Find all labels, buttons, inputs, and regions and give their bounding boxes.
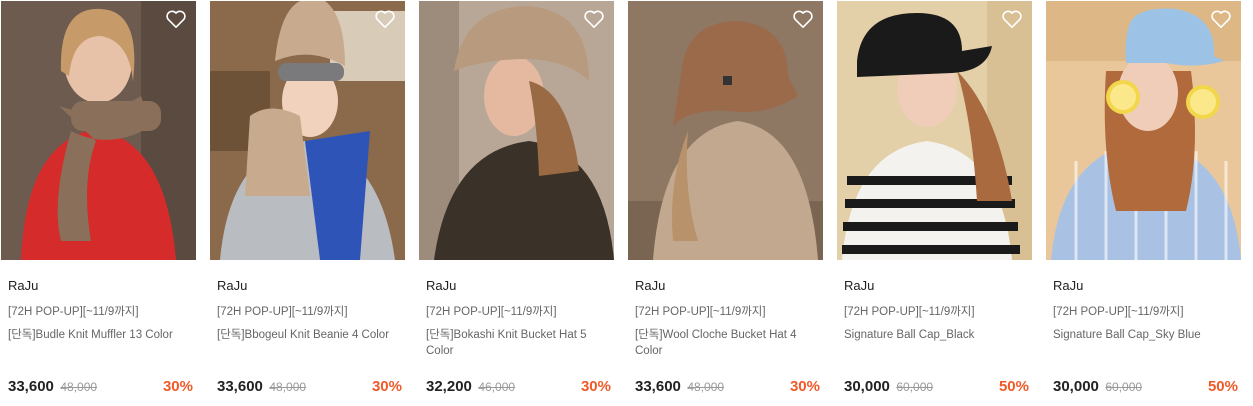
product-card[interactable]: RaJu [72H POP-UP][~11/9까지] [단독]Bokashi K… — [419, 0, 614, 406]
product-name[interactable]: [단독]Budle Knit Muffler 13 Color — [8, 327, 188, 343]
product-grid: RaJu [72H POP-UP][~11/9까지] [단독]Budle Kni… — [0, 0, 1253, 406]
product-name[interactable]: Signature Ball Cap_Black — [844, 327, 1024, 343]
original-price: 48,000 — [269, 380, 307, 394]
sale-price: 30,000 — [844, 378, 890, 395]
heart-outline-icon[interactable] — [374, 9, 396, 29]
discount-rate: 30% — [162, 378, 193, 395]
original-price: 48,000 — [60, 380, 98, 394]
product-card[interactable]: RaJu [72H POP-UP][~11/9까지] Signature Bal… — [837, 0, 1032, 406]
brand-name[interactable]: RaJu — [1053, 278, 1083, 293]
original-price: 48,000 — [687, 380, 725, 394]
discount-rate: 30% — [789, 378, 820, 395]
brand-name[interactable]: RaJu — [844, 278, 874, 293]
product-image[interactable] — [1, 1, 196, 260]
product-image[interactable] — [628, 1, 823, 260]
price-row: 30,000 60,000 50% — [844, 378, 1029, 398]
sale-price: 30,000 — [1053, 378, 1099, 395]
brand-name[interactable]: RaJu — [426, 278, 456, 293]
product-name[interactable]: [단독]Wool Cloche Bucket Hat 4 Color — [635, 327, 815, 359]
product-card[interactable]: RaJu [72H POP-UP][~11/9까지] Signature Bal… — [1046, 0, 1241, 406]
brand-name[interactable]: RaJu — [635, 278, 665, 293]
brand-name[interactable]: RaJu — [8, 278, 38, 293]
promo-tag: [72H POP-UP][~11/9까지] — [217, 306, 348, 318]
discount-rate: 50% — [1207, 378, 1238, 395]
heart-outline-icon[interactable] — [165, 9, 187, 29]
product-image[interactable] — [210, 1, 405, 260]
original-price: 60,000 — [1105, 380, 1143, 394]
product-image[interactable] — [419, 1, 614, 260]
product-name[interactable]: Signature Ball Cap_Sky Blue — [1053, 327, 1233, 343]
promo-tag: [72H POP-UP][~11/9까지] — [426, 306, 557, 318]
price-row: 33,600 48,000 30% — [8, 378, 193, 398]
promo-tag: [72H POP-UP][~11/9까지] — [844, 306, 975, 318]
heart-outline-icon[interactable] — [583, 9, 605, 29]
price-row: 33,600 48,000 30% — [635, 378, 820, 398]
product-image[interactable] — [837, 1, 1032, 260]
product-image[interactable] — [1046, 1, 1241, 260]
promo-tag: [72H POP-UP][~11/9까지] — [1053, 306, 1184, 318]
discount-rate: 30% — [371, 378, 402, 395]
price-row: 32,200 46,000 30% — [426, 378, 611, 398]
heart-outline-icon[interactable] — [1001, 9, 1023, 29]
discount-rate: 30% — [580, 378, 611, 395]
sale-price: 32,200 — [426, 378, 472, 395]
price-row: 30,000 60,000 50% — [1053, 378, 1238, 398]
brand-name[interactable]: RaJu — [217, 278, 247, 293]
product-card[interactable]: RaJu [72H POP-UP][~11/9까지] [단독]Wool Cloc… — [628, 0, 823, 406]
promo-tag: [72H POP-UP][~11/9까지] — [635, 306, 766, 318]
sale-price: 33,600 — [635, 378, 681, 395]
original-price: 46,000 — [478, 380, 516, 394]
product-card[interactable]: RaJu [72H POP-UP][~11/9까지] [단독]Bbogeul K… — [210, 0, 405, 406]
heart-outline-icon[interactable] — [792, 9, 814, 29]
price-row: 33,600 48,000 30% — [217, 378, 402, 398]
product-name[interactable]: [단독]Bokashi Knit Bucket Hat 5 Color — [426, 327, 606, 359]
discount-rate: 50% — [998, 378, 1029, 395]
product-card[interactable]: RaJu [72H POP-UP][~11/9까지] [단독]Budle Kni… — [1, 0, 196, 406]
sale-price: 33,600 — [217, 378, 263, 395]
product-name[interactable]: [단독]Bbogeul Knit Beanie 4 Color — [217, 327, 397, 343]
original-price: 60,000 — [896, 380, 934, 394]
heart-outline-icon[interactable] — [1210, 9, 1232, 29]
sale-price: 33,600 — [8, 378, 54, 395]
promo-tag: [72H POP-UP][~11/9까지] — [8, 306, 139, 318]
